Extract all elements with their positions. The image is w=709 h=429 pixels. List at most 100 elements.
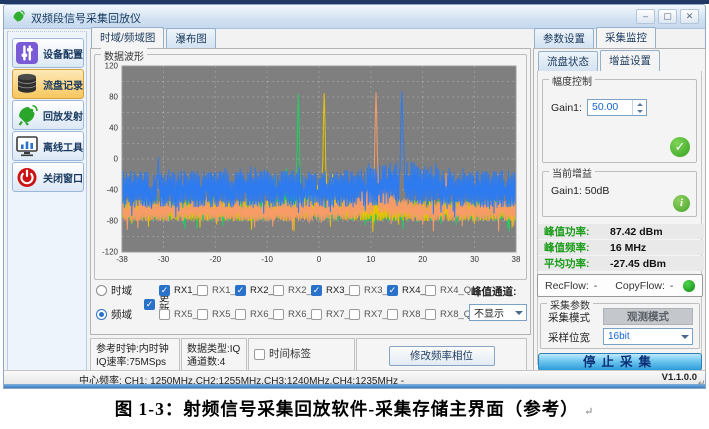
checkbox-box [144,299,155,310]
sidebar-item-label: 关闭窗口 [43,170,83,185]
radio-indicator [96,309,107,320]
main-tab-1[interactable]: 时域/频域图 [91,27,164,48]
channel-checkbox-RX1_I[interactable]: RX1_I [159,285,197,296]
svg-text:80: 80 [109,93,118,102]
sliders-icon [15,41,39,65]
copyflow-value: - [670,280,674,292]
checkbox-box [273,285,284,296]
database-icon [15,72,39,96]
stat-value: 87.42 dBm [610,226,663,238]
radio-label: 时域 [111,283,132,298]
peak-channel-dropdown[interactable]: 不显示 [469,304,527,321]
minimize-button[interactable]: – [636,9,655,24]
channel-checkbox-RX8_Q[interactable]: RX8_Q [425,309,463,320]
channel-checkbox-RX7_Q[interactable]: RX7_Q [349,309,387,320]
channel-checkbox-RX1_Q[interactable]: RX1_Q [197,285,235,296]
paragraph-mark: ↵ [584,406,594,418]
sidebar-item-1[interactable]: 设备配置 [12,38,84,68]
sidebar-item-2[interactable]: 流盘记录 [12,69,84,99]
peak-channel-value: 不显示 [470,305,512,320]
gain-subtab-2[interactable]: 增益设置 [600,50,660,71]
recflow-label: RecFlow: [545,280,589,292]
svg-text:0: 0 [317,255,322,264]
time-tag-checkbox[interactable]: 时间标签 [254,348,349,361]
acquisition-groupbox: 采集参数 采集模式 观测模式 采样位宽 16bit [540,303,700,349]
info-circle-icon: i [673,195,690,212]
checkbox-box [349,285,360,296]
average-power-row: 平均功率: -27.45 dBm [538,256,704,271]
svg-text:120: 120 [105,62,119,71]
channel-checkbox-RX5_Q[interactable]: RX5_Q [197,309,235,320]
svg-text:-30: -30 [158,255,170,264]
svg-text:-38: -38 [116,255,128,264]
checkbox-label: RX4_Q [440,285,471,296]
channel-checkbox-RX7_I[interactable]: RX7_I [311,309,349,320]
data-type-box: 数据类型:IQ 通道数:4 [181,338,247,374]
checkbox-box [349,309,360,320]
stat-value: -27.45 dBm [610,258,666,270]
channel-checkbox-RX2_I[interactable]: RX2_I [235,285,273,296]
close-button[interactable]: ✕ [680,9,699,24]
channel-checkbox-RX4_I[interactable]: RX4_I [387,285,425,296]
gain1-spinbox[interactable]: 50.00 [587,99,647,116]
channel-checkbox-RX6_I[interactable]: RX6_I [235,309,273,320]
modify-box: 修改频率相位 [356,338,527,374]
channel-count-line: 通道数:4 [187,356,241,369]
channel-checkbox-RX3_Q[interactable]: RX3_Q [349,285,387,296]
peak-frequency-row: 峰值频率: 16 MHz [538,240,704,255]
sidebar-item-3[interactable]: 回放发射 [12,100,84,130]
checkbox-box [425,309,436,320]
domain-radio[interactable]: 时域 [96,283,132,298]
app-window: 双频段信号采集回放仪 – ▢ ✕ 设备配置流盘记录回放发射离线工具关闭窗口 时域… [3,4,706,389]
version-label: V1.1.0.0 [662,372,697,383]
main-tab-2[interactable]: 瀑布图 [166,28,216,48]
svg-text:-40: -40 [106,186,118,195]
checkbox-box [387,285,398,296]
channel-checkbox-RX3_I[interactable]: RX3_I [311,285,349,296]
checkbox-box [235,309,246,320]
sidebar-item-5[interactable]: 关闭窗口 [12,162,84,192]
checkbox-box [254,349,265,360]
channel-checkbox-RX8_I[interactable]: RX8_I [387,309,425,320]
stat-label: 平均功率: [538,256,610,271]
titlebar[interactable]: 双频段信号采集回放仪 – ▢ ✕ [4,5,705,29]
checkbox-box [311,309,322,320]
spinner-buttons [632,100,646,115]
checkbox-box [197,285,208,296]
checkbox-box [235,285,246,296]
check-circle-icon: ✓ [670,137,690,157]
channel-checkbox-RX2_Q[interactable]: RX2_Q [273,285,311,296]
sample-bits-value: 16bit [604,331,678,342]
gain1-label: Gain1: [551,102,582,114]
sidebar-item-label: 离线工具 [43,139,83,154]
sidebar-item-4[interactable]: 离线工具 [12,131,84,161]
channel-checkbox-RX4_Q[interactable]: RX4_Q [425,285,463,296]
recflow-value: - [594,280,598,292]
checkbox-label: RX8_Q [440,309,471,320]
copyflow-label: CopyFlow: [615,280,665,292]
acq-mode-value: 观测模式 [603,308,693,325]
right-tab-1[interactable]: 参数设置 [534,28,594,48]
sample-bits-dropdown[interactable]: 16bit [603,328,693,345]
paragraph-mark: ↵ [698,378,706,389]
chevron-down-icon [678,329,692,344]
spin-up-icon[interactable] [633,100,646,108]
modify-frequency-phase-button[interactable]: 修改频率相位 [389,346,495,366]
status-bar: 中心频率: CH1: 1250MHz,CH2:1255MHz,CH3:1240M… [4,370,705,384]
right-tab-2[interactable]: 采集监控 [596,27,656,48]
checkbox-box [311,285,322,296]
radio-indicator [96,285,107,296]
checkbox-box [159,285,170,296]
svg-text:30: 30 [470,255,479,264]
gain-subtab-1[interactable]: 流盘状态 [538,51,598,71]
sample-bits-label: 采样位宽 [548,330,590,345]
stop-acquisition-button[interactable]: 停止采集 [538,353,702,371]
chevron-down-icon [512,305,526,320]
domain-radio[interactable]: 频域 [96,307,132,322]
checkbox-box [159,309,170,320]
svg-text:20: 20 [418,255,427,264]
spin-down-icon[interactable] [633,108,646,116]
channel-checkbox-RX5_I[interactable]: RX5_I [159,309,197,320]
channel-checkbox-RX6_Q[interactable]: RX6_Q [273,309,311,320]
maximize-button[interactable]: ▢ [658,9,677,24]
